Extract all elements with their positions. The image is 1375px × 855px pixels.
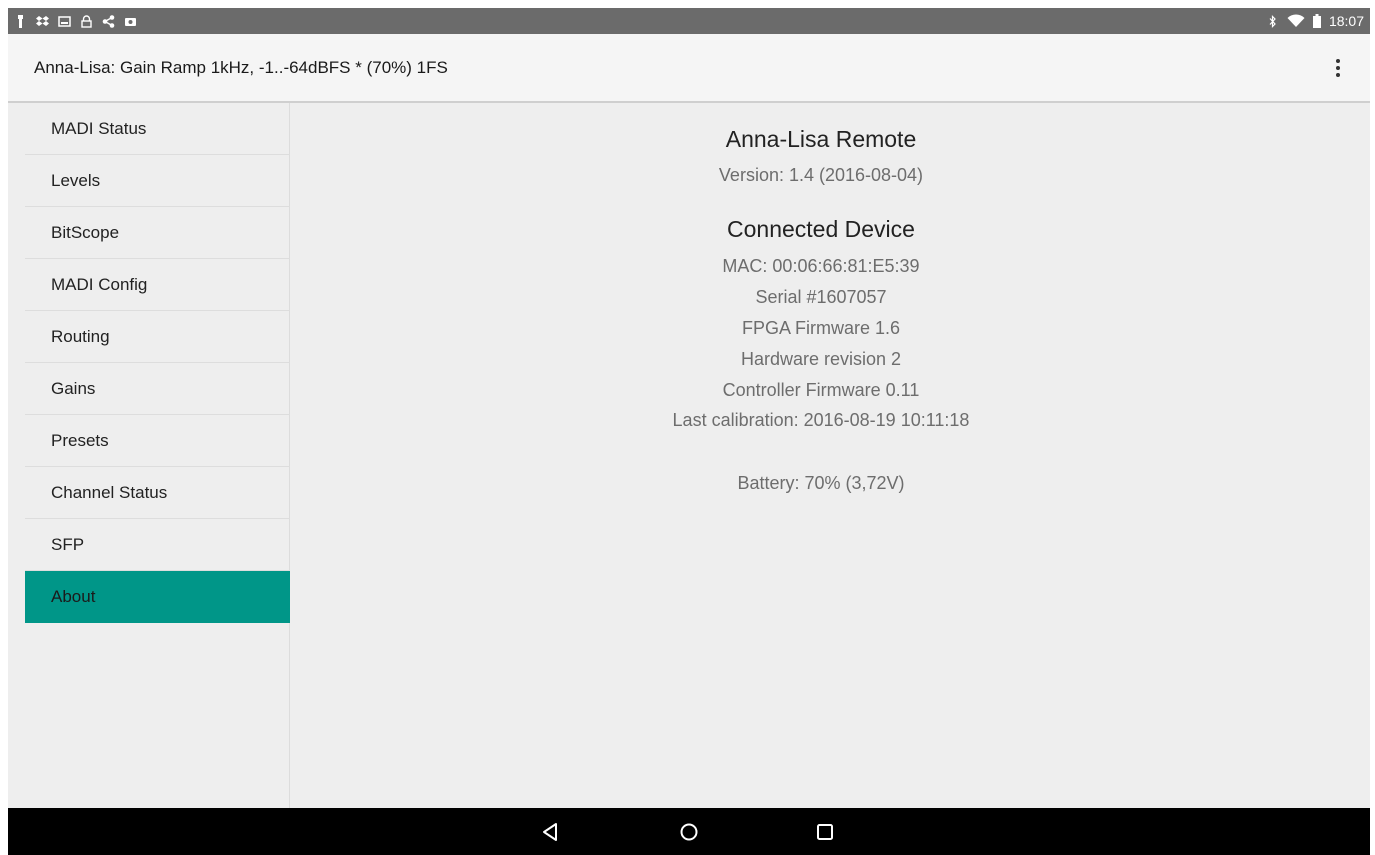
back-icon[interactable] [539, 820, 563, 844]
notification-icons [14, 12, 137, 30]
device-mac: MAC: 00:06:66:81:E5:39 [722, 256, 920, 276]
last-calibration: Last calibration: 2016-08-19 10:11:18 [672, 410, 970, 430]
sidebar-item-sfp[interactable]: SFP [25, 519, 290, 571]
sidebar-item-routing[interactable]: Routing [25, 311, 290, 363]
about-panel: Anna-Lisa Remote Version: 1.4 (2016-08-0… [290, 103, 1370, 808]
tablet-screen: 18:07 Anna-Lisa: Gain Ramp 1kHz, -1..-64… [8, 8, 1370, 855]
sidebar-item-madi-status[interactable]: MADI Status [25, 103, 290, 155]
device-serial: Serial #1607057 [755, 287, 887, 307]
image-icon [58, 15, 71, 27]
app-version: Version: 1.4 (2016-08-04) [718, 165, 924, 185]
system-icons: 18:07 [1266, 12, 1364, 30]
lock-icon [81, 14, 92, 28]
sidebar-item-madi-config[interactable]: MADI Config [25, 259, 290, 311]
controller-firmware: Controller Firmware 0.11 [722, 380, 920, 400]
bluetooth-icon [1269, 14, 1276, 28]
app-toolbar: Anna-Lisa: Gain Ramp 1kHz, -1..-64dBFS *… [8, 34, 1370, 103]
recents-icon[interactable] [813, 820, 837, 844]
sidebar-item-channel-status[interactable]: Channel Status [25, 467, 290, 519]
battery-icon [1312, 14, 1321, 28]
sidebar-item-gains[interactable]: Gains [25, 363, 290, 415]
share-icon [102, 14, 115, 28]
system-nav-bar [8, 808, 1370, 855]
toolbar-title: Anna-Lisa: Gain Ramp 1kHz, -1..-64dBFS *… [34, 58, 448, 77]
status-bar: 18:07 [8, 8, 1370, 34]
sidebar-item-levels[interactable]: Levels [25, 155, 290, 207]
dropbox-icon [36, 15, 49, 26]
more-options-button[interactable] [1326, 52, 1350, 84]
sidebar-item-bitscope[interactable]: BitScope [25, 207, 290, 259]
home-icon[interactable] [677, 820, 701, 844]
sidebar: MADI Status Levels BitScope MADI Config … [8, 103, 290, 808]
sidebar-item-presets[interactable]: Presets [25, 415, 290, 467]
more-vert-icon [1336, 59, 1340, 63]
battery-status: Battery: 70% (3,72V) [737, 473, 905, 493]
photo-icon [125, 17, 136, 26]
usb-debug-icon [18, 14, 23, 28]
sidebar-item-about[interactable]: About [25, 571, 290, 623]
app-title: Anna-Lisa Remote [725, 126, 917, 152]
nav-list: MADI Status Levels BitScope MADI Config … [25, 103, 290, 623]
clock: 18:07 [1328, 13, 1364, 29]
device-heading: Connected Device [727, 216, 915, 242]
wifi-icon [1287, 14, 1305, 27]
fpga-firmware: FPGA Firmware 1.6 [741, 318, 901, 338]
hardware-revision: Hardware revision 2 [740, 349, 902, 369]
